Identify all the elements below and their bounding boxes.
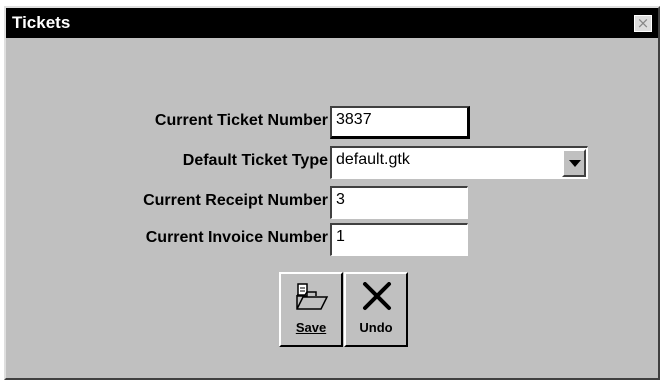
tickets-window: Tickets × Current Ticket Number 3837 Def… — [4, 6, 660, 380]
current-receipt-number-field[interactable]: 3 — [330, 186, 468, 219]
window-title: Tickets — [12, 13, 71, 32]
default-ticket-type-select[interactable]: default.gtk — [330, 146, 588, 179]
close-button[interactable]: × — [634, 15, 652, 32]
current-invoice-number-field[interactable]: 1 — [330, 223, 468, 256]
default-ticket-type-label: Default Ticket Type — [182, 152, 328, 169]
undo-x-icon — [360, 282, 394, 317]
current-invoice-number-label: Current Invoice Number — [145, 229, 328, 246]
current-invoice-number-value: 1 — [336, 228, 345, 245]
save-button[interactable]: Save — [279, 272, 343, 347]
current-ticket-number-field[interactable]: 3837 — [330, 106, 470, 139]
undo-button[interactable]: Undo — [344, 272, 408, 347]
title-bar[interactable]: Tickets × — [6, 8, 658, 38]
undo-button-label: Undo — [359, 320, 393, 335]
open-folder-icon — [295, 282, 329, 317]
close-icon: × — [636, 14, 650, 32]
current-ticket-number-value: 3837 — [336, 111, 372, 128]
chevron-down-icon[interactable] — [562, 149, 586, 177]
current-ticket-number-label: Current Ticket Number — [154, 112, 328, 129]
save-button-label: Save — [295, 320, 327, 335]
current-receipt-number-label: Current Receipt Number — [143, 192, 328, 209]
current-receipt-number-value: 3 — [336, 191, 345, 208]
default-ticket-type-value: default.gtk — [336, 151, 410, 168]
